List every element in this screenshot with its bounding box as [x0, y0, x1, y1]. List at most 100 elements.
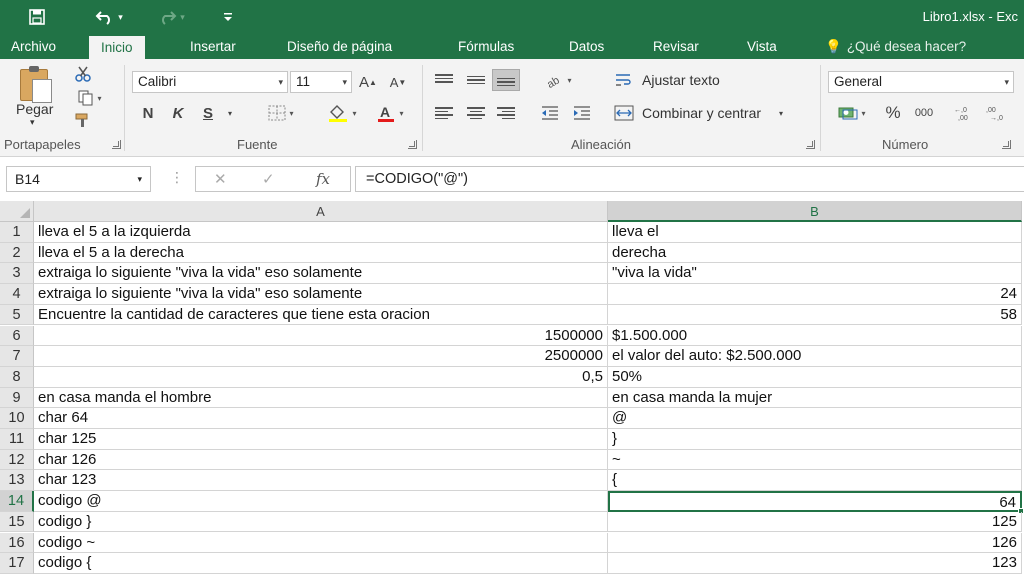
decrease-decimal-icon[interactable]: ,00 →,0 — [984, 102, 1010, 124]
cell-a[interactable]: 0,5 — [34, 366, 608, 388]
cell-a[interactable]: codigo { — [34, 553, 608, 574]
chevron-down-icon[interactable]: ▾ — [118, 12, 123, 23]
column-header-b[interactable]: B — [608, 201, 1022, 222]
cell-b[interactable]: el valor del auto: $2.500.000 — [608, 346, 1022, 367]
increase-indent-icon[interactable] — [570, 102, 594, 124]
decrease-font-size-icon[interactable]: A ▼ — [386, 71, 410, 93]
alignment-launcher-icon[interactable] — [806, 140, 815, 149]
chevron-down-icon[interactable]: ▾ — [180, 12, 185, 23]
cell-b[interactable]: en casa manda la mujer — [608, 387, 1022, 409]
font-size-combo[interactable]: 11 ▾ — [290, 71, 352, 93]
row-header[interactable]: 4 — [0, 284, 34, 305]
underline-button[interactable]: S — [198, 102, 218, 124]
tab-vista[interactable]: Vista — [747, 34, 777, 59]
align-center-icon[interactable] — [464, 102, 488, 124]
row-header[interactable]: 2 — [0, 242, 34, 264]
column-header-a[interactable]: A — [34, 201, 608, 222]
cell-b[interactable]: ~ — [608, 449, 1022, 471]
row-header[interactable]: 14 — [0, 491, 34, 512]
cell-a[interactable]: extraiga lo siguiente "viva la vida" eso… — [34, 263, 608, 285]
align-right-icon[interactable] — [494, 102, 518, 124]
tab-revisar[interactable]: Revisar — [653, 34, 699, 59]
italic-button[interactable]: K — [168, 102, 188, 124]
comma-style-button[interactable]: 000 — [910, 102, 938, 124]
cell-b[interactable]: $1.500.000 — [608, 325, 1022, 347]
save-icon[interactable] — [24, 6, 50, 28]
cell-a[interactable]: lleva el 5 a la izquierda — [34, 222, 608, 243]
select-all-button[interactable] — [0, 201, 34, 222]
cell-b[interactable]: } — [608, 429, 1022, 450]
insert-function-icon[interactable]: fx — [316, 170, 330, 188]
row-header[interactable]: 1 — [0, 222, 34, 243]
cell-b[interactable]: 123 — [608, 553, 1022, 574]
row-header[interactable]: 3 — [0, 263, 34, 285]
cell-a[interactable]: en casa manda el hombre — [34, 387, 608, 409]
cell-b[interactable]: 125 — [608, 511, 1022, 533]
fill-color-icon[interactable]: ▾ — [320, 102, 364, 124]
tab-datos[interactable]: Datos — [569, 34, 604, 59]
row-header[interactable]: 15 — [0, 511, 34, 533]
align-top-icon[interactable] — [432, 69, 456, 91]
cell-a[interactable]: 2500000 — [34, 346, 608, 367]
row-header[interactable]: 5 — [0, 304, 34, 326]
cell-a[interactable]: Encuentre la cantidad de caracteres que … — [34, 304, 608, 326]
cell-a[interactable]: codigo @ — [34, 491, 608, 512]
paste-button[interactable]: Pegar ▾ — [10, 63, 64, 133]
chevron-down-icon[interactable]: ▾ — [137, 167, 142, 191]
copy-icon[interactable]: ▾ — [70, 87, 110, 109]
align-left-icon[interactable] — [432, 102, 456, 124]
chevron-down-icon[interactable]: ▾ — [774, 102, 788, 124]
cut-icon[interactable] — [70, 63, 96, 85]
row-header[interactable]: 10 — [0, 408, 34, 429]
cell-a[interactable]: codigo ~ — [34, 532, 608, 554]
cell-b[interactable]: { — [608, 470, 1022, 492]
tab-formulas[interactable]: Fórmulas — [458, 34, 514, 59]
font-color-icon[interactable]: A ▾ — [368, 102, 412, 124]
clipboard-launcher-icon[interactable] — [112, 140, 121, 149]
cell-b[interactable]: 50% — [608, 366, 1022, 388]
tell-me-search[interactable]: 💡 ¿Qué desea hacer? — [825, 34, 966, 59]
borders-icon[interactable]: ▾ — [256, 102, 306, 124]
name-box[interactable]: B14 ▾ — [6, 166, 151, 192]
redo-icon[interactable]: ▾ — [148, 6, 194, 28]
merge-center-label[interactable]: Combinar y centrar — [642, 105, 761, 121]
row-header[interactable]: 11 — [0, 429, 34, 450]
row-header[interactable]: 16 — [0, 532, 34, 554]
chevron-down-icon[interactable]: ▾ — [222, 102, 238, 124]
percent-style-button[interactable]: % — [882, 102, 904, 124]
undo-icon[interactable]: ▾ — [86, 6, 132, 28]
cell-a[interactable]: char 125 — [34, 429, 608, 450]
formula-input[interactable]: =CODIGO("@") — [355, 166, 1024, 192]
row-header[interactable]: 12 — [0, 449, 34, 471]
row-header[interactable]: 7 — [0, 346, 34, 367]
wrap-text-label[interactable]: Ajustar texto — [642, 72, 720, 88]
cell-b[interactable]: lleva el — [608, 222, 1022, 243]
customize-qat-icon[interactable] — [218, 6, 238, 28]
font-name-combo[interactable]: Calibri ▾ — [132, 71, 288, 93]
decrease-indent-icon[interactable] — [538, 102, 562, 124]
row-header[interactable]: 9 — [0, 387, 34, 409]
cell-a[interactable]: char 123 — [34, 470, 608, 492]
enter-icon[interactable]: ✓ — [262, 170, 275, 188]
row-header[interactable]: 6 — [0, 325, 34, 347]
orientation-icon[interactable]: ab ▾ — [536, 69, 580, 91]
cell-a[interactable]: char 126 — [34, 449, 608, 471]
increase-decimal-icon[interactable]: ←,0,00 — [952, 102, 978, 124]
row-header[interactable]: 13 — [0, 470, 34, 492]
tab-diseno-de-pagina[interactable]: Diseño de página — [287, 34, 392, 59]
tab-inicio[interactable]: Inicio — [89, 36, 145, 59]
cell-b[interactable]: 24 — [608, 284, 1022, 305]
number-launcher-icon[interactable] — [1002, 140, 1011, 149]
wrap-text-icon[interactable] — [612, 69, 636, 91]
cell-b[interactable]: derecha — [608, 242, 1022, 264]
number-format-combo[interactable]: General ▾ — [828, 71, 1014, 93]
align-middle-icon[interactable] — [464, 69, 488, 91]
align-bottom-icon[interactable] — [492, 69, 520, 91]
accounting-format-icon[interactable]: ▾ — [830, 102, 874, 124]
cancel-icon[interactable]: ✕ — [214, 170, 227, 188]
cell-a[interactable]: lleva el 5 a la derecha — [34, 242, 608, 264]
increase-font-size-icon[interactable]: A ▲ — [356, 71, 380, 93]
cell-b[interactable]: "viva la vida" — [608, 263, 1022, 285]
format-painter-icon[interactable] — [70, 109, 96, 131]
cell-b[interactable]: 58 — [608, 304, 1022, 326]
